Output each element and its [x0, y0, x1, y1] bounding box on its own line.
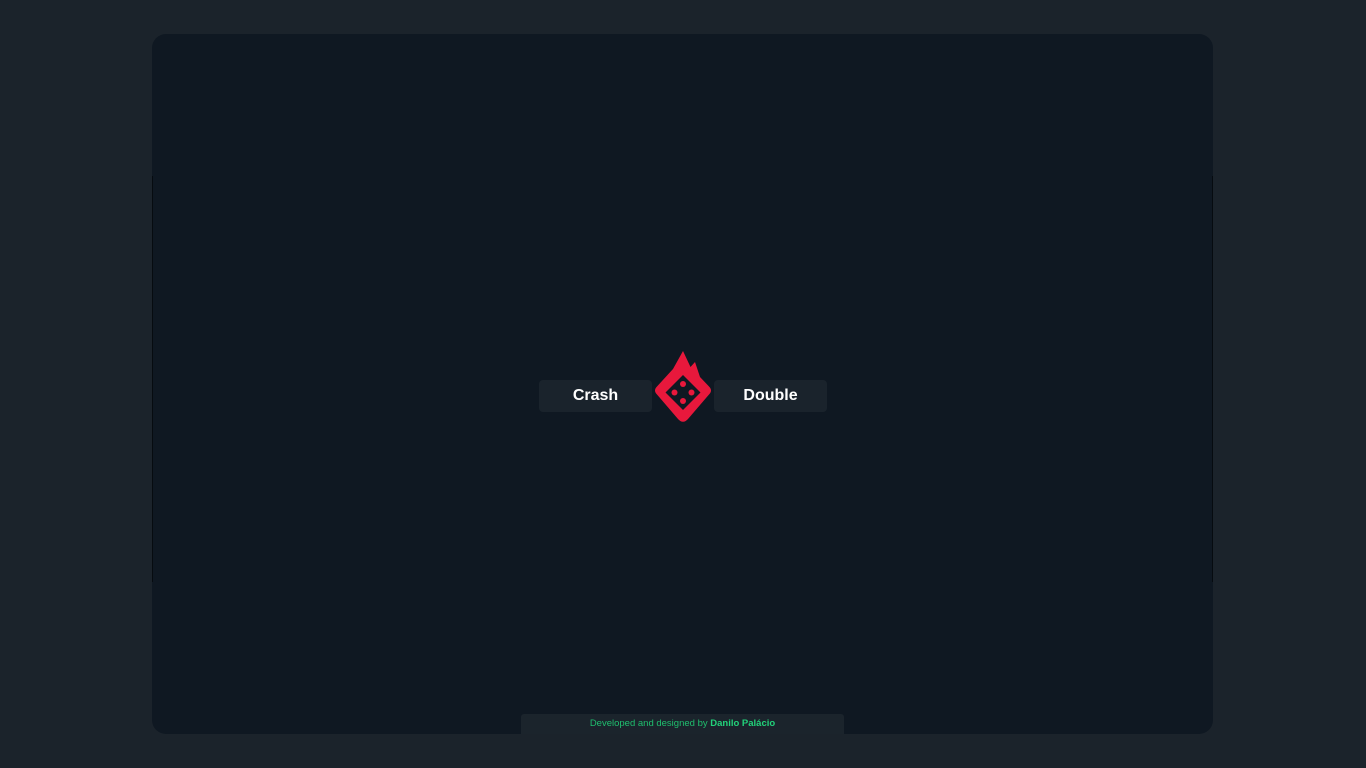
game-selector: Crash Double — [539, 350, 827, 426]
footer-author-link[interactable]: Danilo Palácio — [710, 718, 775, 729]
footer-credits: Developed and designed by Danilo Palácio — [521, 714, 844, 734]
crash-button[interactable]: Crash — [539, 380, 652, 412]
footer-credit-text: Developed and designed by — [589, 718, 708, 729]
flaming-dice-icon — [655, 351, 711, 422]
main-panel: Crash Double Developed and designed by D… — [152, 34, 1213, 734]
left-edge-divider — [152, 176, 153, 582]
double-button[interactable]: Double — [714, 380, 827, 412]
right-edge-divider — [1212, 176, 1213, 582]
